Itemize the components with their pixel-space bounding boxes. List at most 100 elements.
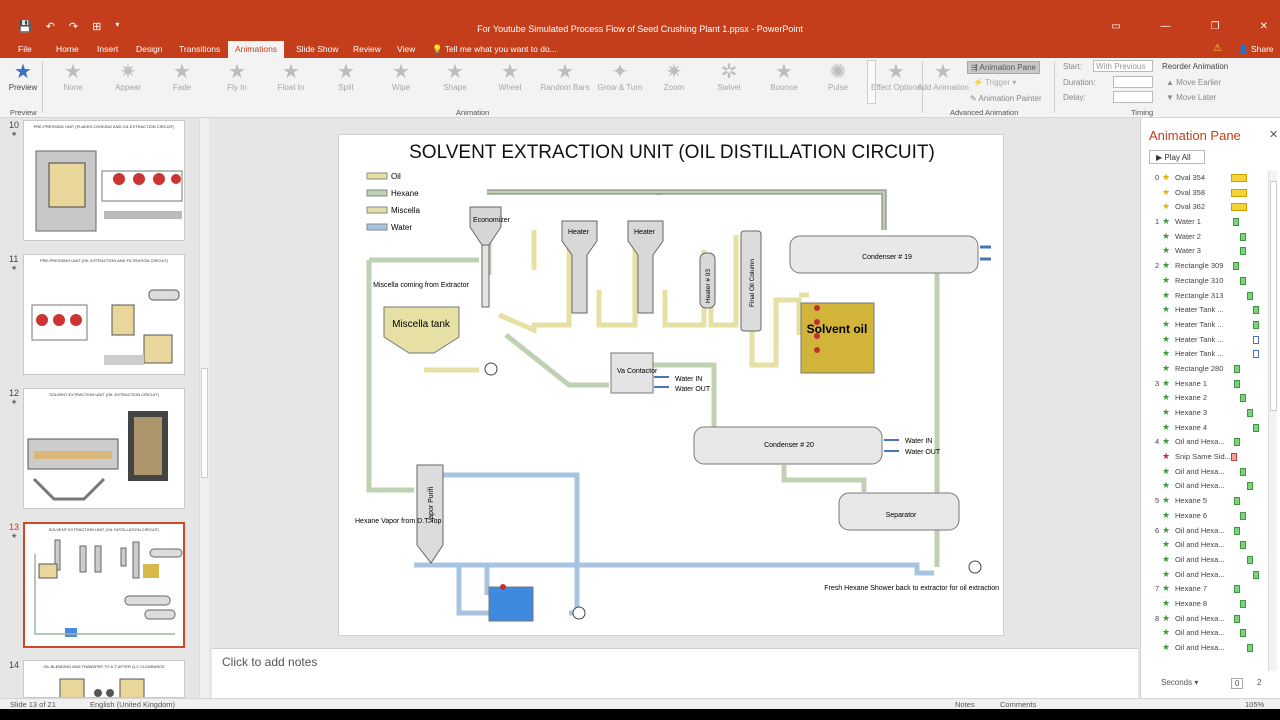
animation-timing-bar[interactable] (1247, 482, 1253, 491)
notes-toggle[interactable]: Notes (955, 700, 975, 709)
animation-item[interactable]: ★ Snip Same Sid... (1141, 450, 1267, 465)
animation-timing-bar[interactable] (1247, 644, 1253, 652)
duration-input[interactable] (1113, 76, 1153, 88)
notes-area[interactable]: Click to add notes (212, 648, 1138, 698)
animation-item[interactable]: ★ Oil and Hexa... (1141, 465, 1267, 480)
animation-timing-bar[interactable] (1234, 614, 1240, 623)
animation-item[interactable]: ★ Heater Tank ... (1141, 347, 1267, 362)
animation-item[interactable]: 3 ★ Hexane 1 (1141, 377, 1267, 392)
effect-random-bars[interactable]: ★ Random Bars (538, 61, 592, 92)
slide-thumbnail-11[interactable]: PRE-PRESSING UNIT (OIL EXTRACTION AND FI… (23, 254, 185, 375)
animation-timing-bar[interactable] (1253, 320, 1259, 329)
animation-timing-bar[interactable] (1234, 438, 1240, 447)
animation-item[interactable]: ★ Hexane 6 (1141, 509, 1267, 524)
animation-timing-bar[interactable] (1234, 585, 1240, 594)
animation-timing-bar[interactable] (1231, 174, 1247, 182)
effect-grow-turn[interactable]: ✦ Grow & Turn (593, 61, 647, 92)
tab-insert[interactable]: Insert (97, 44, 118, 54)
animation-painter-button[interactable]: ✎ Animation Painter (970, 94, 1042, 103)
animation-timing-bar[interactable] (1234, 379, 1240, 388)
add-animation-button[interactable]: ★ Add Animation (916, 61, 970, 92)
animation-timing-bar[interactable] (1234, 526, 1240, 535)
animation-item[interactable]: 2 ★ Rectangle 309 (1141, 259, 1267, 274)
animation-item[interactable]: 8 ★ Oil and Hexa... (1141, 612, 1267, 627)
animation-timing-bar[interactable] (1233, 218, 1239, 227)
animation-timing-bar[interactable] (1253, 306, 1259, 315)
effect-appear[interactable]: ✷ Appear (101, 61, 155, 92)
animation-item[interactable]: 4 ★ Oil and Hexa... (1141, 435, 1267, 450)
animation-item[interactable]: ★ Oil and Hexa... (1141, 626, 1267, 641)
animation-timing-bar[interactable] (1240, 629, 1246, 638)
animation-timing-bar[interactable] (1240, 599, 1246, 608)
animation-item[interactable]: ★ Hexane 8 (1141, 597, 1267, 612)
effect-shape[interactable]: ★ Shape (428, 61, 482, 92)
animation-timing-bar[interactable] (1231, 203, 1247, 212)
animation-timing-bar[interactable] (1253, 423, 1259, 432)
effect-pulse[interactable]: ✺ Pulse (811, 61, 865, 92)
animation-timing-bar[interactable] (1247, 555, 1253, 564)
animation-item[interactable]: ★ Oil and Hexa... (1141, 641, 1267, 656)
animation-item[interactable]: ★ Heater Tank ... (1141, 333, 1267, 348)
animation-item[interactable]: ★ Oil and Hexa... (1141, 568, 1267, 583)
animation-timing-bar[interactable] (1253, 335, 1259, 344)
animation-item[interactable]: ★ Oil and Hexa... (1141, 538, 1267, 553)
animation-timing-bar[interactable] (1240, 232, 1246, 241)
animation-item[interactable]: ★ Heater Tank ... (1141, 318, 1267, 333)
animation-timing-bar[interactable] (1240, 247, 1246, 256)
effect-none[interactable]: ★ None (46, 61, 100, 92)
start-select[interactable]: With Previous (1093, 60, 1153, 72)
ribbon-display-icon[interactable]: ▭ (1111, 21, 1120, 32)
slide-thumbnail-13[interactable]: SOLVENT EXTRACTION UNIT (OIL DISTILLATIO… (23, 522, 185, 648)
thumbnail-scrollbar[interactable] (199, 118, 209, 698)
animation-item[interactable]: ★ Water 2 (1141, 230, 1267, 245)
effect-zoom[interactable]: ✷ Zoom (647, 61, 701, 92)
animation-timing-bar[interactable] (1231, 188, 1247, 197)
comments-toggle[interactable]: Comments (1000, 700, 1036, 709)
effect-wipe[interactable]: ★ Wipe (374, 61, 428, 92)
animation-item[interactable]: 7 ★ Hexane 7 (1141, 582, 1267, 597)
effect-bounce[interactable]: ★ Bounce (757, 61, 811, 92)
zoom-level[interactable]: 105% (1245, 700, 1264, 709)
animation-timing-bar[interactable] (1240, 394, 1246, 403)
animation-item[interactable]: ★ Rectangle 310 (1141, 274, 1267, 289)
animation-item[interactable]: ★ Oil and Hexa... (1141, 479, 1267, 494)
animation-timing-bar[interactable] (1240, 276, 1246, 285)
animation-item[interactable]: ★ Oil and Hexa... (1141, 553, 1267, 568)
minimize-icon[interactable]: — (1161, 21, 1171, 32)
animation-item[interactable]: 5 ★ Hexane 5 (1141, 494, 1267, 509)
animation-timing-bar[interactable] (1253, 350, 1259, 359)
tab-transitions[interactable]: Transitions (179, 44, 220, 54)
close-icon[interactable]: ✕ (1260, 21, 1268, 32)
warning-icon[interactable]: ⚠ (1213, 43, 1222, 54)
animation-timing-bar[interactable] (1240, 467, 1246, 476)
animation-timing-bar[interactable] (1247, 409, 1253, 417)
tell-me-input[interactable]: 💡 Tell me what you want to do... (432, 44, 557, 55)
effect-fade[interactable]: ★ Fade (155, 61, 209, 92)
animation-timing-bar[interactable] (1240, 511, 1246, 520)
seconds-dropdown[interactable]: Seconds ▾ (1161, 678, 1198, 687)
animation-timing-bar[interactable] (1240, 541, 1246, 550)
animation-item[interactable]: 6 ★ Oil and Hexa... (1141, 524, 1267, 539)
animation-pane-scrollbar[interactable] (1268, 171, 1277, 671)
animation-timing-bar[interactable] (1233, 262, 1239, 271)
trigger-button[interactable]: ⚡ Trigger ▾ (973, 78, 1016, 87)
animation-item[interactable]: ★ Rectangle 313 (1141, 289, 1267, 304)
effect-fly-in[interactable]: ★ Fly In (210, 61, 264, 92)
animation-timing-bar[interactable] (1234, 497, 1240, 506)
animation-item[interactable]: 0 ★ Oval 354 (1141, 171, 1267, 186)
effect-options-button[interactable]: ★ Effect Options (870, 61, 922, 92)
share-button[interactable]: 👤 Share (1238, 44, 1274, 55)
animation-item[interactable]: ★ Hexane 3 (1141, 406, 1267, 421)
animation-item[interactable]: ★ Oval 358 (1141, 186, 1267, 201)
animation-pane-button[interactable]: ⇶ Animation Pane (967, 61, 1040, 74)
slide-canvas[interactable]: SOLVENT EXTRACTION UNIT (OIL DISTILLATIO… (338, 134, 1004, 636)
animation-item[interactable]: ★ Oval 362 (1141, 200, 1267, 215)
animation-item[interactable]: ★ Hexane 4 (1141, 421, 1267, 436)
animation-item[interactable]: ★ Heater Tank ... (1141, 303, 1267, 318)
play-all-button[interactable]: ▶ Play All (1149, 150, 1205, 164)
effect-float-in[interactable]: ★ Float In (264, 61, 318, 92)
tab-design[interactable]: Design (136, 44, 162, 54)
tab-slide-show[interactable]: Slide Show (296, 44, 339, 54)
animation-timing-bar[interactable] (1231, 453, 1237, 462)
restore-icon[interactable]: ❐ (1211, 21, 1220, 32)
